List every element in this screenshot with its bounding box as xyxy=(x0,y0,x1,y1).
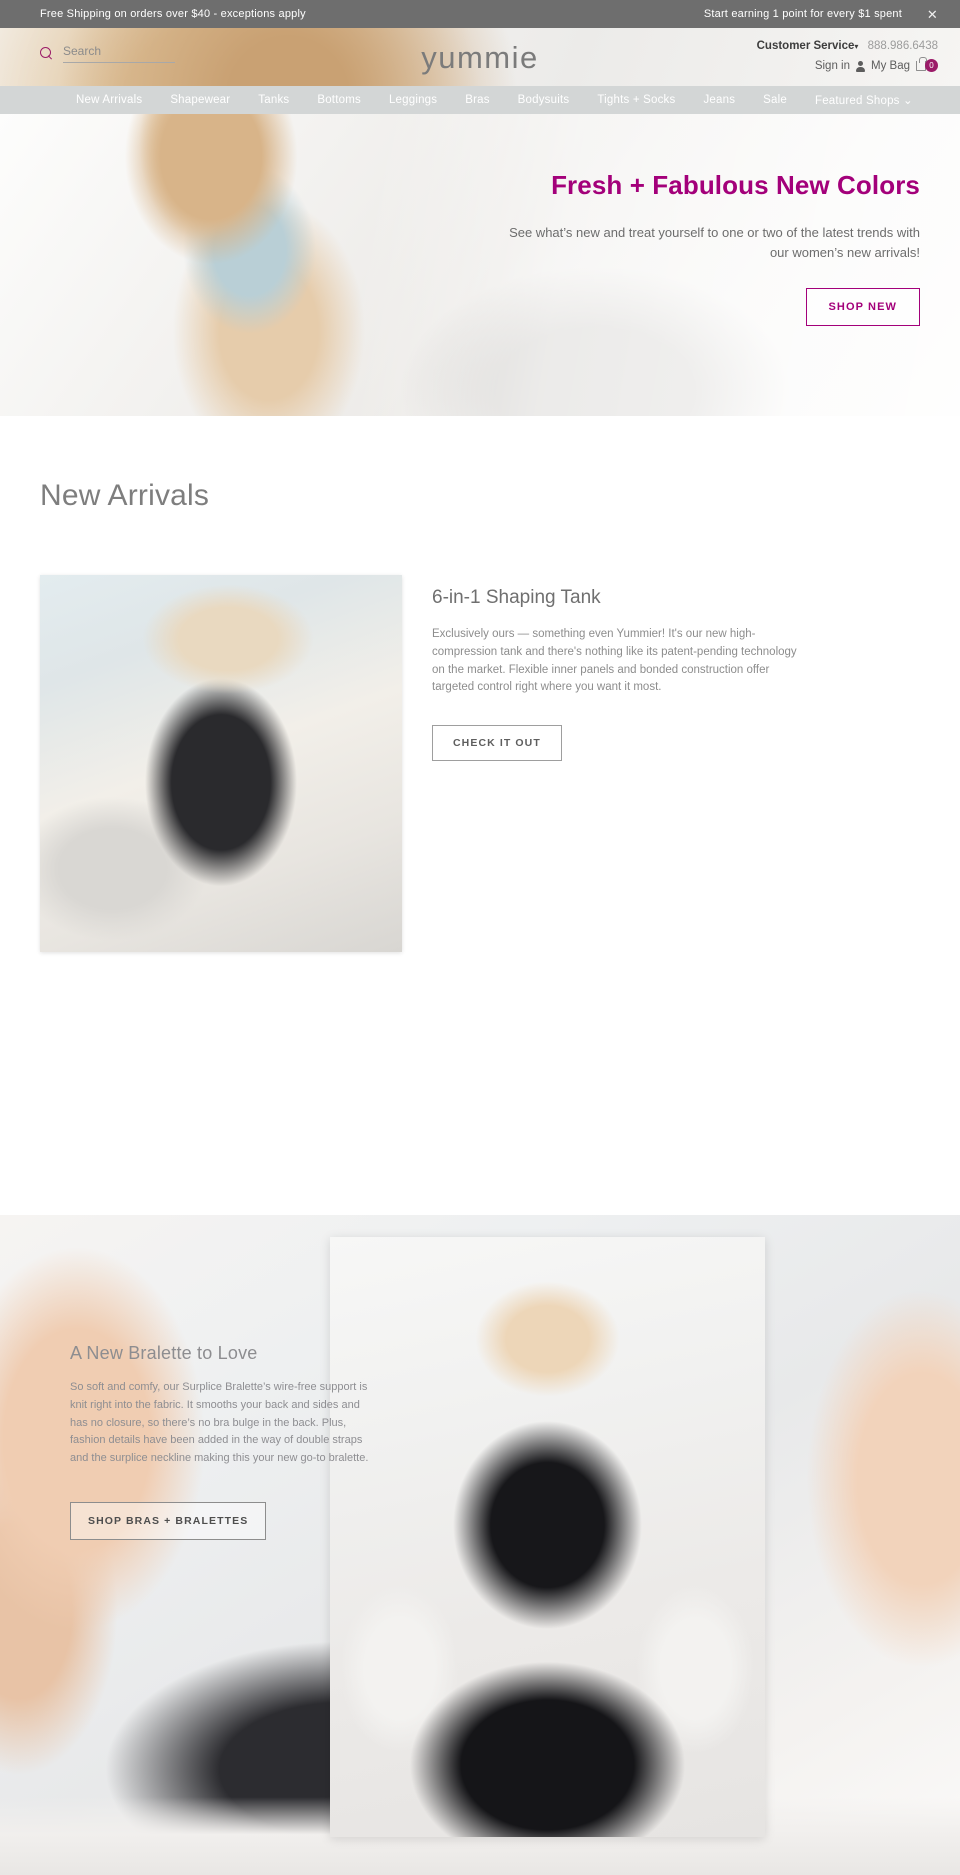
check-it-out-button[interactable]: CHECK IT OUT xyxy=(432,725,562,762)
brand-logo[interactable]: yummie xyxy=(421,40,539,76)
promo-rewards-text: Start earning 1 point for every $1 spent xyxy=(703,8,902,20)
bralette-title: A New Bralette to Love xyxy=(70,1343,258,1363)
nav-item-featured-shops[interactable]: Featured Shops ⌄ xyxy=(801,93,927,107)
nav-item-sale[interactable]: Sale xyxy=(749,94,801,106)
product-image[interactable] xyxy=(40,575,402,952)
nav-item-shapewear[interactable]: Shapewear xyxy=(156,94,244,106)
bag-count-badge: 0 xyxy=(925,59,938,72)
search-input[interactable] xyxy=(63,44,175,63)
search-icon[interactable] xyxy=(40,47,53,60)
main-navigation: New Arrivals Shapewear Tanks Bottoms Leg… xyxy=(0,86,960,114)
product-description: Exclusively ours — something even Yummie… xyxy=(432,628,797,694)
nav-item-new-arrivals[interactable]: New Arrivals xyxy=(62,94,156,106)
chevron-down-icon[interactable]: ▾ xyxy=(854,42,858,51)
search-area xyxy=(40,44,180,63)
bralette-description: So soft and comfy, our Surplice Bralette… xyxy=(70,1381,369,1465)
shop-new-button[interactable]: SHOP NEW xyxy=(805,287,920,326)
sign-in-link[interactable]: Sign in xyxy=(815,60,850,72)
shop-bras-bralettes-button[interactable]: SHOP BRAS + BRALETTES xyxy=(70,1502,267,1541)
nav-item-bras[interactable]: Bras xyxy=(451,94,503,106)
customer-service-link[interactable]: Customer Service xyxy=(757,40,855,52)
site-header: yummie Customer Service▾ 888.986.6438 Si… xyxy=(0,28,960,86)
nav-item-tanks[interactable]: Tanks xyxy=(244,94,303,106)
my-bag-link[interactable]: My Bag xyxy=(871,60,910,72)
product-copy: 6-in-1 Shaping Tank Exclusively ours — s… xyxy=(432,587,812,762)
hero-banner: Fresh + Fabulous New Colors See what’s n… xyxy=(0,114,960,416)
hero-copy: Fresh + Fabulous New Colors See what’s n… xyxy=(500,170,920,326)
bag-icon[interactable]: 0 xyxy=(916,57,938,73)
product-title: 6-in-1 Shaping Tank xyxy=(432,587,601,608)
header-utility-nav: Customer Service▾ 888.986.6438 Sign in M… xyxy=(757,40,938,73)
person-icon[interactable] xyxy=(856,60,865,72)
account-bag-row: Sign in My Bag 0 xyxy=(757,57,938,73)
nav-item-leggings[interactable]: Leggings xyxy=(375,94,451,106)
nav-item-bodysuits[interactable]: Bodysuits xyxy=(504,94,584,106)
bralette-model-image[interactable] xyxy=(330,1237,765,1837)
phone-number: 888.986.6438 xyxy=(867,40,938,52)
customer-service-row: Customer Service▾ 888.986.6438 xyxy=(757,40,938,52)
promo-bar: Free Shipping on orders over $40 - excep… xyxy=(0,0,960,28)
product-feature-row: 6-in-1 Shaping Tank Exclusively ours — s… xyxy=(0,575,960,960)
nav-item-bottoms[interactable]: Bottoms xyxy=(303,94,375,106)
hero-title: Fresh + Fabulous New Colors xyxy=(551,170,920,200)
nav-item-jeans[interactable]: Jeans xyxy=(689,94,749,106)
page-title: New Arrivals xyxy=(40,479,210,512)
bralette-banner: A New Bralette to Love So soft and comfy… xyxy=(0,1215,960,1875)
hero-subtitle: See what’s new and treat yourself to one… xyxy=(509,225,920,260)
bralette-copy: A New Bralette to Love So soft and comfy… xyxy=(70,1343,370,1541)
promo-shipping-text: Free Shipping on orders over $40 - excep… xyxy=(40,8,306,20)
close-icon[interactable]: ✕ xyxy=(927,8,938,21)
nav-item-tights-socks[interactable]: Tights + Socks xyxy=(583,94,689,106)
